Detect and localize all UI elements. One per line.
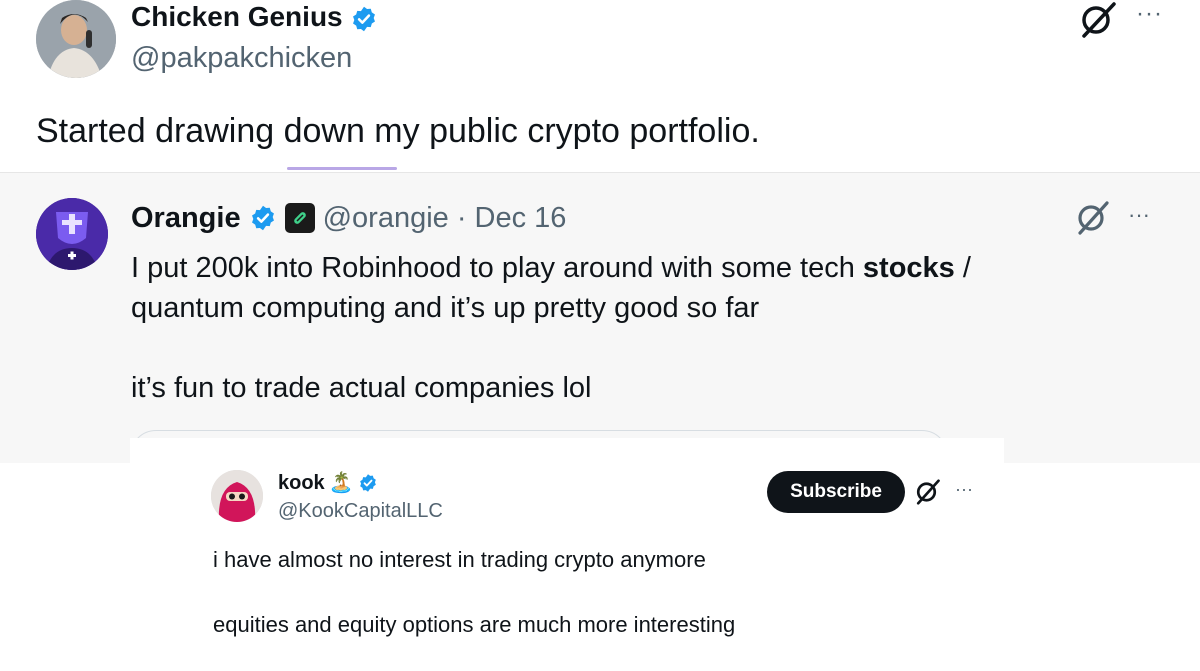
- tweet-text: I put 200k into Robinhood to play around…: [131, 248, 1091, 408]
- tweet-text-line: quantum computing and it’s up pretty goo…: [131, 292, 760, 324]
- subscribe-button[interactable]: Subscribe: [767, 471, 905, 513]
- verified-badge-icon: [359, 474, 376, 492]
- verified-badge-icon: [251, 205, 274, 231]
- quoted-tweet-header: Orangie @orangie · Dec 16: [131, 198, 566, 238]
- tweet-text-line: equities and equity options are much mor…: [213, 612, 736, 637]
- grok-icon[interactable]: [1073, 198, 1113, 238]
- affiliate-badge-icon[interactable]: [284, 203, 315, 233]
- island-emoji-icon: 🏝️: [328, 472, 354, 494]
- more-icon[interactable]: ···: [955, 480, 973, 498]
- avatar[interactable]: [36, 198, 108, 270]
- bold-stocks: stocks: [862, 252, 955, 284]
- author-handle[interactable]: @pakpakchicken: [131, 40, 352, 76]
- grok-icon[interactable]: [913, 477, 943, 507]
- avatar[interactable]: [211, 470, 263, 522]
- avatar[interactable]: [36, 0, 116, 78]
- tweet-text: Started drawing down my public crypto po…: [36, 112, 760, 150]
- author-name[interactable]: Orangie: [131, 202, 241, 235]
- author-name-text[interactable]: kook: [278, 470, 325, 496]
- author-name-text[interactable]: Chicken Genius: [131, 1, 343, 32]
- more-icon[interactable]: ···: [1128, 204, 1150, 226]
- author-handle[interactable]: @KookCapitalLLC: [278, 498, 443, 524]
- verified-badge-icon: [353, 6, 376, 31]
- tweet-text-line: it’s fun to trade actual companies lol: [131, 372, 592, 404]
- tweet-text-line: i have almost no interest in trading cry…: [213, 547, 706, 572]
- author-name[interactable]: kook 🏝️: [278, 470, 378, 496]
- author-handle-date[interactable]: @orangie · Dec 16: [323, 202, 567, 235]
- text-selection-underline: [287, 167, 397, 170]
- tweet-text-line: I put 200k into Robinhood to play around…: [131, 252, 971, 284]
- grok-icon[interactable]: [1078, 0, 1118, 40]
- tweet-text: i have almost no interest in trading cry…: [213, 545, 973, 640]
- more-icon[interactable]: ···: [1136, 2, 1163, 26]
- author-name[interactable]: Chicken Genius: [131, 0, 378, 34]
